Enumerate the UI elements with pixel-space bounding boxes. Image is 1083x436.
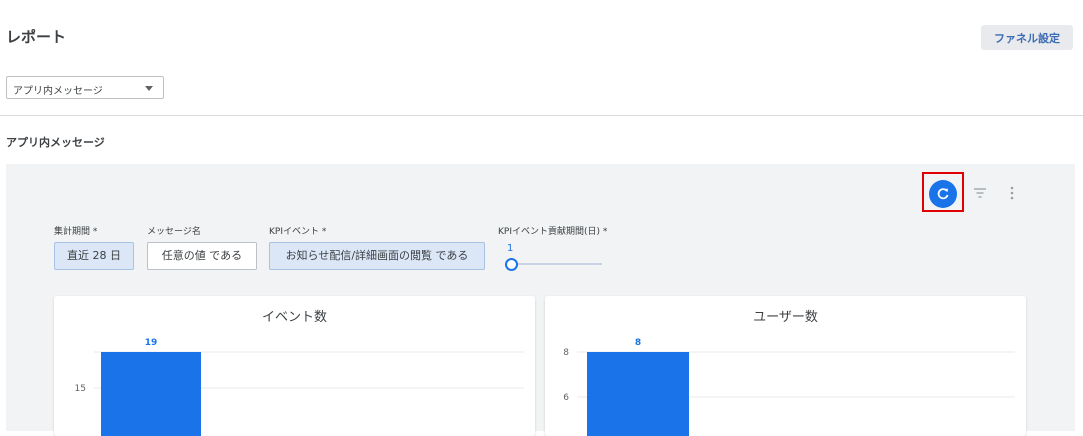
funnel-settings-button[interactable]: ファネル設定 [981,25,1073,50]
section-title: アプリ内メッセージ [6,136,105,149]
more-vert-icon[interactable] [1010,186,1014,200]
event-count-chart-card: イベント数 15 19 [54,296,535,436]
y-tick-label: 6 [563,393,569,403]
user-count-chart: 6 8 8 [563,338,1015,436]
kpi-event-filter-label: KPIイベント * [269,227,327,237]
kpi-period-slider-track[interactable] [512,263,602,265]
refresh-icon [937,188,949,200]
dropdown-arrow-icon [145,86,153,91]
bar-data-label: 19 [145,338,158,348]
report-type-select[interactable]: アプリ内メッセージ [6,76,164,99]
period-filter-label: 集計期間 * [54,227,98,237]
y-tick-label: 8 [563,348,569,358]
kpi-period-slider-value: 1 [507,243,514,254]
kpi-period-filter-label: KPIイベント貢献期間(日) * [498,227,608,237]
message-name-filter-label: メッセージ名 [147,227,201,237]
filter-icon[interactable] [973,188,987,198]
divider [0,115,1083,116]
bar [587,352,689,436]
user-count-chart-card: ユーザー数 688 [545,296,1026,436]
message-name-filter-chip[interactable]: 任意の値 である [147,242,257,270]
y-tick-label: 15 [75,384,86,394]
bar [101,352,201,436]
kpi-period-slider-thumb[interactable] [505,258,518,271]
bar-data-label: 8 [635,338,641,348]
refresh-button[interactable] [929,180,957,208]
report-type-select-value: アプリ内メッセージ [13,86,103,97]
kpi-event-filter-chip[interactable]: お知らせ配信/詳細画面の閲覧 である [269,242,485,270]
page-title: レポート [6,28,67,46]
period-filter-chip[interactable]: 直近 28 日 [54,242,134,270]
event-count-chart: 1519 [75,338,524,436]
